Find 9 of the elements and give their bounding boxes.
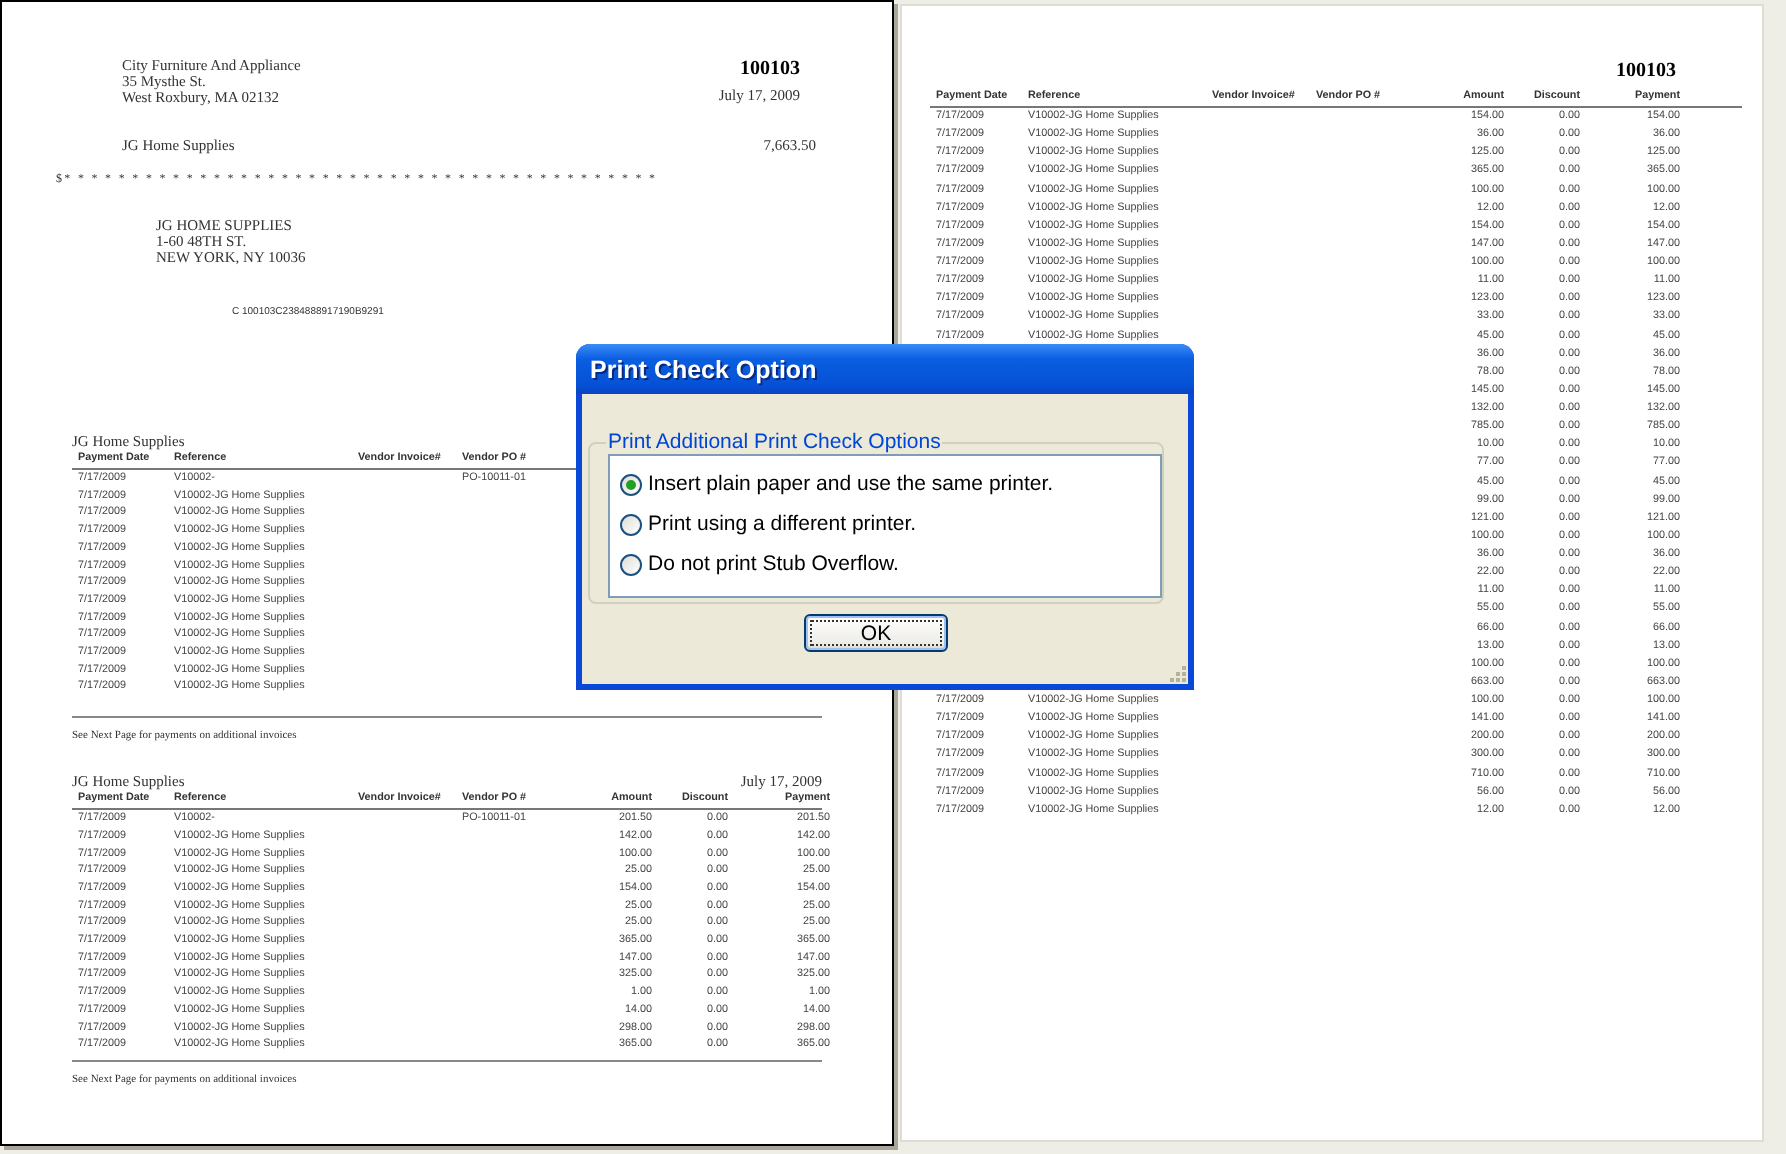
- radio-option[interactable]: Print using a different printer.: [620, 508, 917, 540]
- ok-button[interactable]: OK: [804, 614, 948, 652]
- check-number: 100103: [740, 58, 800, 82]
- check-number: 100103: [1616, 60, 1676, 84]
- radio-option[interactable]: Insert plain paper and use the same printer.: [620, 468, 1054, 500]
- resize-grip-icon: [1168, 664, 1186, 682]
- dialog-title: Print Check Option: [590, 355, 817, 383]
- radio-option[interactable]: Do not print Stub Overflow.: [620, 548, 899, 580]
- group-label: Print Additional Print Check Options: [606, 430, 943, 454]
